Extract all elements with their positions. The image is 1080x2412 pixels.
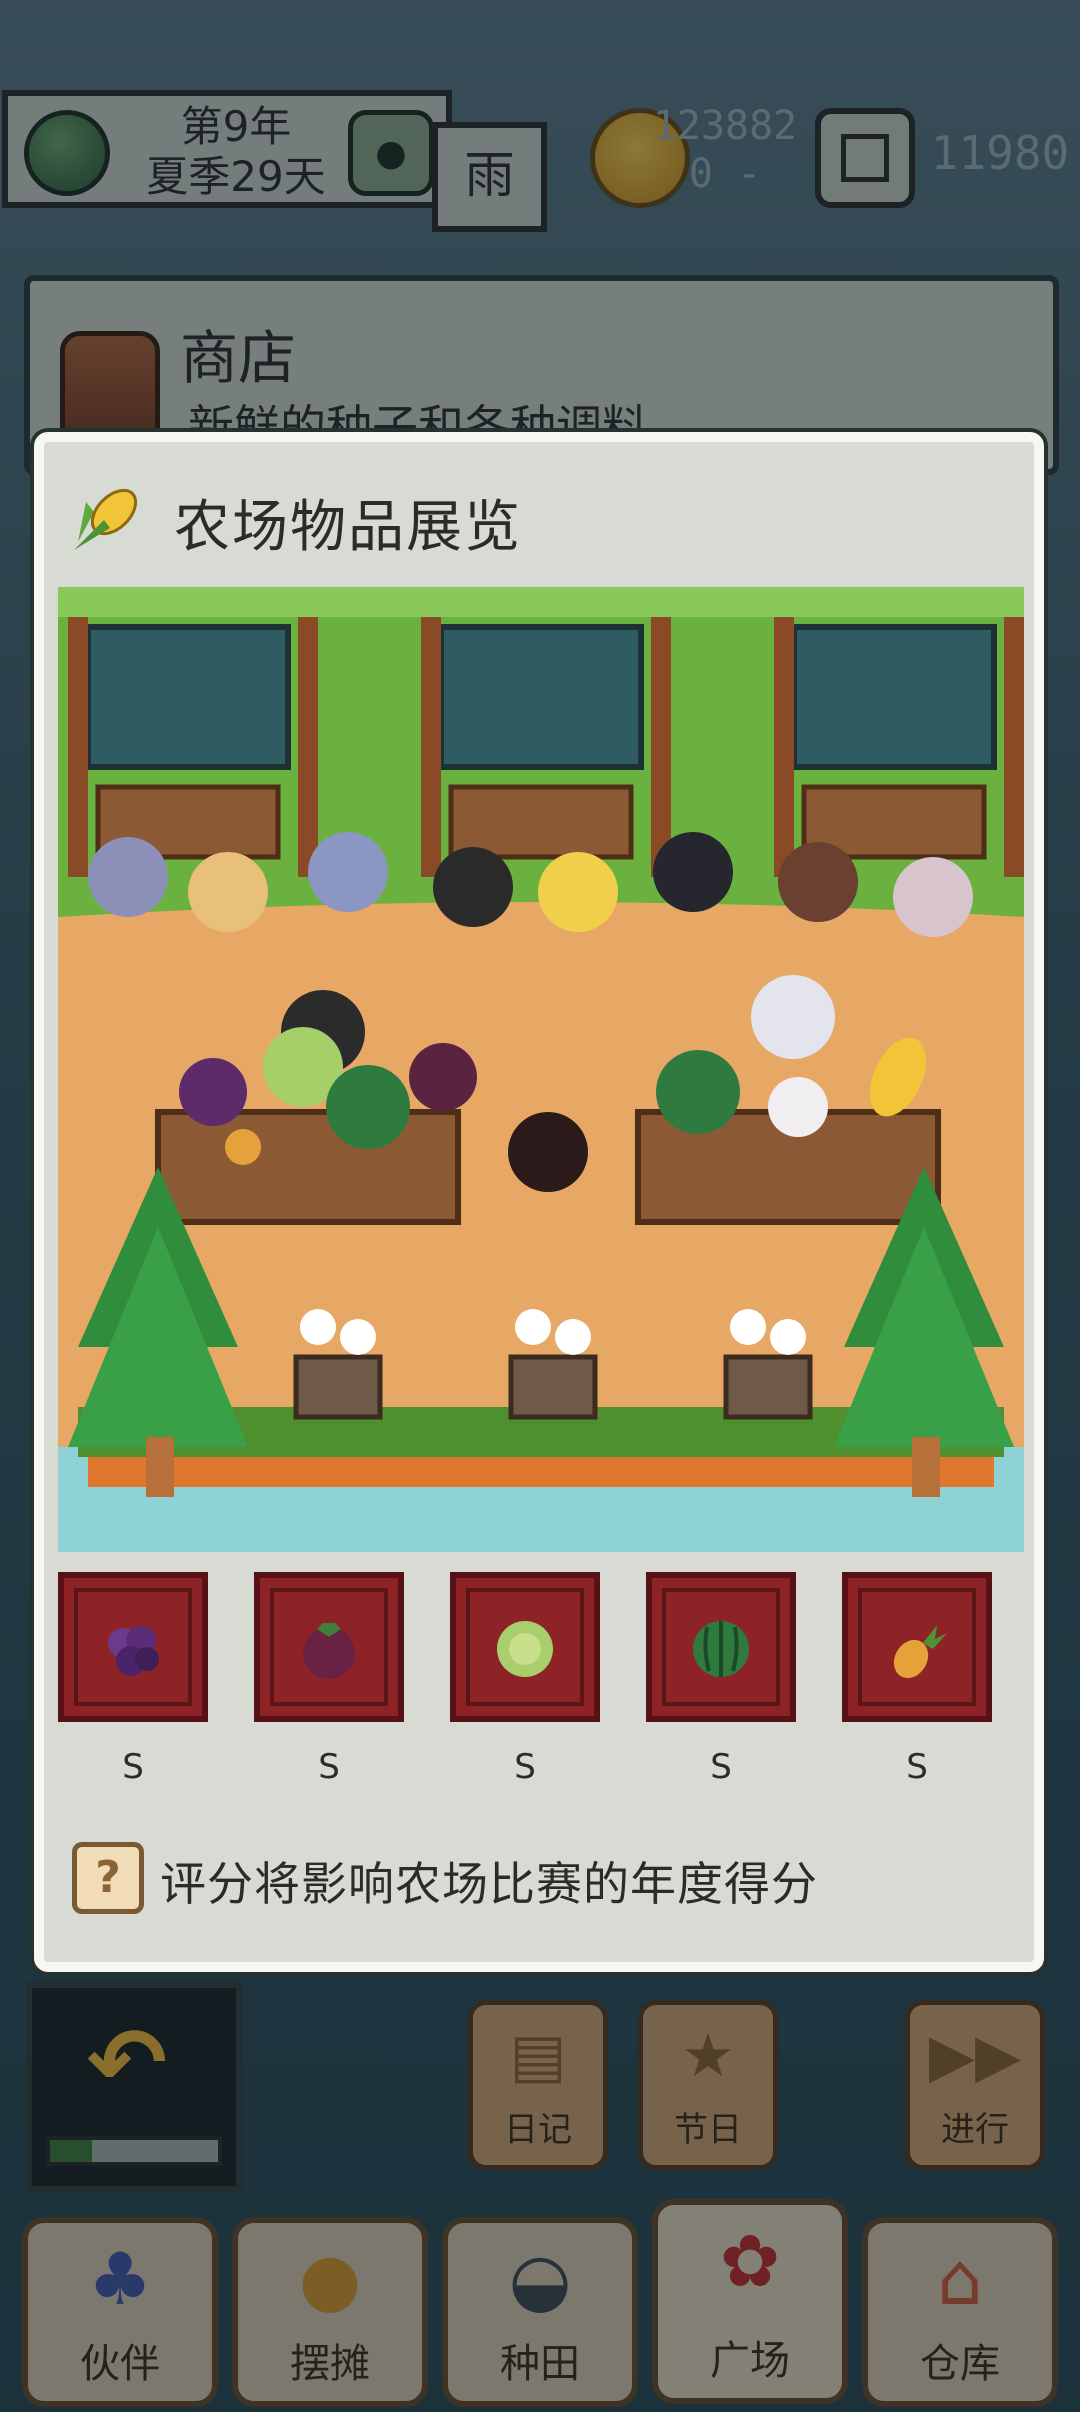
watermelon-icon [693,1621,749,1677]
exhibit-item[interactable]: S [58,1572,208,1787]
nav-plaza[interactable]: ✿ 广场 [652,2199,848,2404]
warehouse-icon: ⌂ [937,2237,983,2321]
partner-icon: ♣ [87,2237,153,2321]
plaza-icon: ✿ [719,2219,781,2303]
item-frame [254,1572,404,1722]
item-grade: S [318,1747,340,1787]
nav-farming[interactable]: ◒ 种田 [442,2217,638,2407]
money-display: 123882 0 - [650,102,800,198]
item-slot [662,1588,780,1706]
nav-warehouse[interactable]: ⌂ 仓库 [862,2217,1058,2407]
undo-arrow-icon: ↶ [86,2007,168,2119]
nav-partner-label: 伙伴 [80,2341,160,2387]
star-icon: ★ [681,2021,735,2091]
item-grade: S [710,1747,732,1787]
corn-icon [74,488,138,550]
market-stall [421,617,671,877]
farming-icon: ◒ [508,2237,572,2321]
item-grade: S [514,1747,536,1787]
gem-icon [815,108,915,208]
nav-stall-label: 摆摊 [290,2341,370,2387]
item-frame [646,1572,796,1722]
item-frame [450,1572,600,1722]
exhibition-dialog: 农场物品展览 S S S S S ? 评分将影响农场比赛的年度得分 [34,432,1044,1972]
farm-scene-art [58,587,1024,1552]
exhibit-item[interactable]: S [646,1572,796,1787]
item-slot [270,1588,388,1706]
item-frame [842,1572,992,1722]
diary-button[interactable]: ▤ 日记 [468,2000,608,2170]
gem-amount: 11980 [930,126,1070,180]
market-stall [68,617,318,877]
nav-partner[interactable]: ♣ 伙伴 [22,2217,218,2407]
item-grade: S [122,1747,144,1787]
settings-icon[interactable]: ● [348,110,434,196]
globe-icon [24,110,110,196]
stall-icon: ● [298,2237,362,2321]
nav-plaza-label: 广场 [710,2338,790,2384]
dialog-header: 农场物品展览 [44,442,1034,572]
item-grade: S [906,1747,928,1787]
exhibit-items: S S S S S [44,1572,1034,1802]
festival-label: 节日 [674,2110,742,2150]
nav-stall[interactable]: ● 摆摊 [232,2217,428,2407]
back-button[interactable]: ↶ [26,1982,242,2192]
date-panel[interactable]: 第9年 夏季29天 ● [2,90,452,208]
bottom-nav: ♣ 伙伴 ● 摆摊 ◒ 种田 ✿ 广场 ⌂ 仓库 [0,2199,1080,2412]
pineapple-icon [893,1625,947,1679]
proceed-label: 进行 [941,2110,1009,2150]
nav-warehouse-label: 仓库 [920,2341,1000,2387]
energy-bar [46,2136,222,2166]
help-icon[interactable]: ? [72,1842,144,1914]
exhibit-item[interactable]: S [842,1572,992,1787]
season-day-label: 夏季29天 [146,152,326,201]
fast-forward-icon: ▶▶ [928,2021,1022,2091]
diary-label: 日记 [504,2110,572,2150]
cabbage-icon [497,1621,553,1677]
nav-farming-label: 种田 [500,2341,580,2387]
item-frame [58,1572,208,1722]
hint-text: 评分将影响农场比赛的年度得分 [160,1857,818,1911]
status-bar: 第9年 夏季29天 ● 雨 123882 0 - 11980 [0,90,1080,232]
money-delta: 0 - [688,151,762,197]
festival-button[interactable]: ★ 节日 [638,2000,778,2170]
item-slot [74,1588,192,1706]
diary-icon: ▤ [509,2021,567,2091]
exhibit-item[interactable]: S [450,1572,600,1787]
farm-scene [58,587,1024,1552]
score-hint: ? 评分将影响农场比赛的年度得分 [72,1842,1022,1922]
shop-title: 商店 [180,324,297,392]
mangosteen-icon [303,1623,355,1679]
market-stall [774,617,1024,877]
item-slot [466,1588,584,1706]
energy-bar-fill [50,2140,92,2162]
year-label: 第9年 [180,102,292,151]
proceed-button[interactable]: ▶▶ 进行 [905,2000,1045,2170]
money-amount: 123882 [652,103,798,149]
item-slot [858,1588,976,1706]
dialog-title: 农场物品展览 [174,495,522,560]
date-text: 第9年 夏季29天 [126,102,346,202]
grape-icon [108,1626,159,1676]
exhibit-item[interactable]: S [254,1572,404,1787]
weather-badge: 雨 [432,122,547,232]
